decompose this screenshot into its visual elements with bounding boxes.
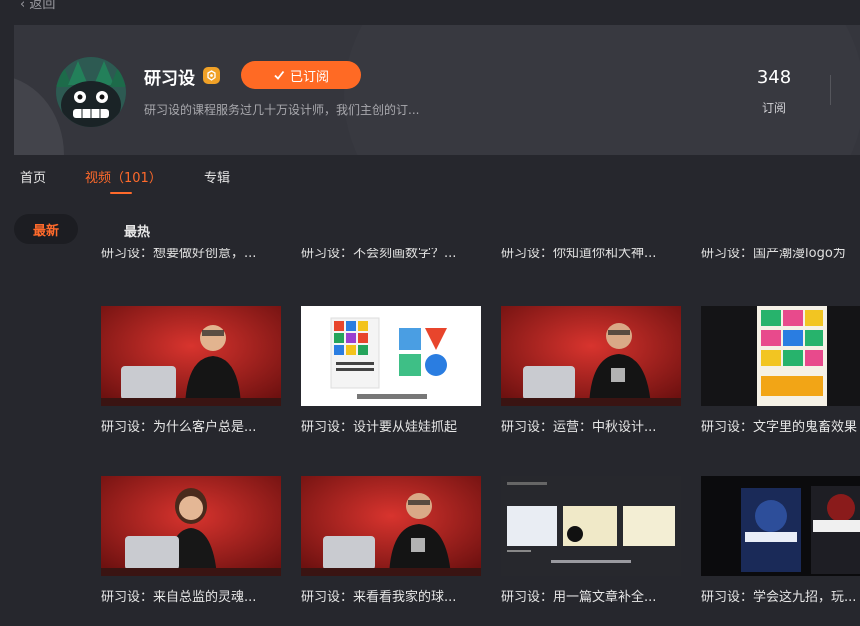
video-card[interactable]: 研习设：学会这九招，玩... bbox=[701, 476, 860, 605]
tab-videos[interactable]: 视频（101） bbox=[85, 167, 162, 186]
subscriber-label: 订阅 bbox=[761, 101, 786, 115]
video-title[interactable]: 研习设：设计要从娃娃抓起 bbox=[301, 416, 481, 435]
video-thumbnail[interactable] bbox=[301, 476, 481, 576]
sort-latest-button[interactable]: 最新 bbox=[14, 214, 78, 244]
video-row-partial: 研习设：想要做好创意，... 研习设：不会刻画数字？... 研习设：你知道你和大… bbox=[0, 248, 860, 262]
subscribe-label: 已订阅 bbox=[289, 69, 329, 85]
video-title[interactable]: 研习设：想要做好创意，... bbox=[101, 248, 256, 261]
video-card[interactable]: 研习设：设计要从娃娃抓起 bbox=[301, 306, 481, 435]
check-icon bbox=[274, 70, 285, 80]
video-title[interactable]: 研习设：学会这九招，玩... bbox=[701, 586, 860, 605]
back-link[interactable]: ‹ 返回 bbox=[20, 0, 55, 12]
video-title[interactable]: 研习设：来自总监的灵魂... bbox=[101, 586, 281, 605]
video-thumbnail[interactable] bbox=[301, 306, 481, 406]
tab-home[interactable]: 首页 bbox=[20, 167, 46, 186]
channel-name: 研习设 bbox=[144, 69, 195, 89]
video-thumbnail[interactable] bbox=[701, 306, 860, 406]
chevron-left-icon: ‹ bbox=[20, 0, 26, 12]
channel-header: 研习设 已订阅 研习设的课程服务过几十万设计师，我们主创的订... 348 订阅 bbox=[14, 25, 860, 155]
video-card[interactable]: 研习设：来看看我家的球... bbox=[301, 476, 481, 605]
video-card[interactable]: 研习设：来自总监的灵魂... bbox=[101, 476, 281, 605]
active-tab-indicator bbox=[110, 192, 132, 194]
subscriber-count: 348 bbox=[756, 67, 792, 88]
video-title[interactable]: 研习设：国产潮漫logo为 bbox=[701, 248, 846, 261]
video-title[interactable]: 研习设：你知道你和大神... bbox=[501, 248, 656, 261]
video-card[interactable]: 研习设：运营：中秋设计... bbox=[501, 306, 681, 435]
video-thumbnail[interactable] bbox=[501, 476, 681, 576]
video-title[interactable]: 研习设：运营：中秋设计... bbox=[501, 416, 681, 435]
subscribe-button[interactable]: 已订阅 bbox=[241, 61, 361, 89]
channel-tabs: 首页 视频（101） 专辑 bbox=[0, 155, 860, 195]
video-title[interactable]: 研习设：文字里的鬼畜效果 bbox=[701, 416, 860, 435]
video-title[interactable]: 研习设：用一篇文章补全... bbox=[501, 586, 681, 605]
video-thumbnail[interactable] bbox=[101, 476, 281, 576]
channel-description: 研习设的课程服务过几十万设计师，我们主创的订... bbox=[144, 103, 420, 117]
video-thumbnail[interactable] bbox=[501, 306, 681, 406]
video-title[interactable]: 研习设：来看看我家的球... bbox=[301, 586, 481, 605]
stat-divider bbox=[830, 75, 831, 105]
verified-badge-icon bbox=[203, 67, 220, 84]
video-title[interactable]: 研习设：不会刻画数字？... bbox=[301, 248, 456, 261]
video-thumbnail[interactable] bbox=[101, 306, 281, 406]
video-card[interactable]: 研习设：文字里的鬼畜效果 bbox=[701, 306, 860, 435]
video-card[interactable]: 研习设：用一篇文章补全... bbox=[501, 476, 681, 605]
video-thumbnail[interactable] bbox=[701, 476, 860, 576]
header-decoration bbox=[344, 25, 860, 155]
sort-hot-button[interactable]: 最热 bbox=[124, 221, 150, 240]
video-card[interactable]: 研习设：为什么客户总是... bbox=[101, 306, 281, 435]
tab-albums[interactable]: 专辑 bbox=[204, 167, 230, 186]
avatar[interactable] bbox=[56, 57, 126, 127]
back-label: 返回 bbox=[29, 0, 56, 12]
video-title[interactable]: 研习设：为什么客户总是... bbox=[101, 416, 281, 435]
